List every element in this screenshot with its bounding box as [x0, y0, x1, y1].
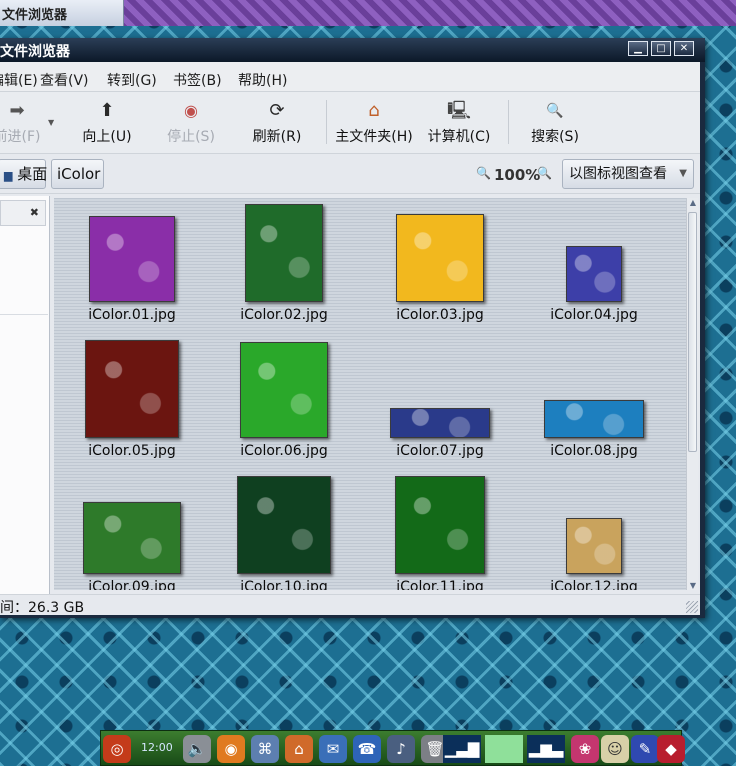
close-icon[interactable]: ✖: [30, 206, 39, 219]
stop-button[interactable]: ◉ 停止(S): [156, 92, 226, 154]
stop-icon: ◉: [184, 101, 198, 120]
zoom-out-icon[interactable]: 🔍: [476, 166, 491, 180]
up-button[interactable]: ⬆ 向上(U): [72, 92, 142, 154]
menubar: 编辑(E) 查看(V) 转到(G) 书签(B) 帮助(H): [0, 62, 700, 92]
side-pane-header: ✖: [0, 200, 46, 226]
menu-view[interactable]: 查看(V): [40, 70, 89, 90]
icon-view[interactable]: iColor.01.jpg iColor.02.jpg iColor.03.jpg i…: [54, 198, 686, 590]
file-browser-window: 文件浏览器 ▁ □ ✕ 编辑(E) 查看(V) 转到(G) 书签(B) 帮助(H…: [0, 38, 705, 618]
messenger-icon[interactable]: ✉: [319, 735, 347, 763]
divider: [0, 314, 48, 315]
forward-dropdown-icon[interactable]: ▼: [48, 118, 54, 127]
maximize-button[interactable]: □: [651, 41, 671, 56]
file-item[interactable]: iColor.09.jpg: [62, 198, 202, 590]
chevron-down-icon: ▼: [679, 168, 687, 179]
memory-monitor-icon[interactable]: [485, 735, 523, 763]
volume-icon[interactable]: 🔈: [183, 735, 211, 763]
taskbar-window-button[interactable]: 文件浏览器: [0, 0, 124, 26]
refresh-icon: ⟳: [269, 100, 285, 121]
window-title: 文件浏览器: [0, 44, 70, 60]
launcher-icon[interactable]: ◎: [103, 735, 131, 763]
dock-taskbar: ◎ 12:00 🔈 ◉ ⌘ ⌂ ✉ ☎ ♪ 🗑 ▁▃▇ ▂▆▃ ❀ ☺ ✎ ◆: [100, 730, 685, 766]
close-button[interactable]: ✕: [674, 41, 694, 56]
menu-help[interactable]: 帮助(H): [238, 70, 287, 90]
refresh-button[interactable]: ⟳ 刷新(R): [242, 92, 312, 154]
file-thumbnail: [83, 502, 181, 574]
home-icon: ⌂: [368, 100, 380, 121]
browser-icon[interactable]: ◉: [217, 735, 245, 763]
resize-grip-icon[interactable]: [686, 601, 698, 613]
file-item[interactable]: iColor.11.jpg: [370, 198, 510, 590]
toolbar-separator: [326, 100, 327, 144]
zoom-in-icon[interactable]: 🔍: [537, 166, 552, 180]
file-name: iColor.09.jpg: [88, 579, 176, 590]
vertical-scrollbar[interactable]: ▲ ▼: [686, 198, 698, 590]
file-item[interactable]: iColor.10.jpg: [214, 198, 354, 590]
desktop-top-strip: 文件浏览器: [0, 0, 736, 26]
toolbar-separator: [508, 100, 509, 144]
clock: 12:00: [141, 741, 173, 754]
free-space-label: 间：26.3 GB: [0, 600, 85, 616]
arrow-right-icon: ➡: [9, 100, 25, 121]
location-bar: ▆ 桌面 iColor 🔍 100% 🔍 以图标视图查看 ▼: [0, 154, 700, 194]
network-monitor-icon[interactable]: ▂▆▃: [527, 735, 565, 763]
search-button[interactable]: 🔍 搜索(S): [520, 92, 590, 154]
computer-icon: 🖳: [446, 100, 471, 121]
path-button-icolor[interactable]: iColor: [51, 159, 104, 189]
forward-button[interactable]: ➡ 前进(F): [0, 92, 52, 154]
avatar-icon[interactable]: ☺: [601, 735, 629, 763]
search-icon: 🔍: [546, 103, 564, 119]
computer-button[interactable]: 🖳 计算机(C): [424, 92, 494, 154]
path-button-desktop[interactable]: ▆ 桌面: [0, 159, 47, 189]
media-icon[interactable]: ♪: [387, 735, 415, 763]
file-item[interactable]: iColor.12.jpg: [524, 198, 664, 590]
chat-icon[interactable]: ☎: [353, 735, 381, 763]
window-client: 编辑(E) 查看(V) 转到(G) 书签(B) 帮助(H) ➡ 前进(F) ▼ …: [0, 62, 700, 616]
desktop-icon: ▆: [4, 169, 13, 182]
network-icon[interactable]: ⌘: [251, 735, 279, 763]
arrow-up-icon: ⬆: [99, 100, 115, 121]
toolbar: ➡ 前进(F) ▼ ⬆ 向上(U) ◉ 停止(S) ⟳ 刷新(R) ⌂ 主文件夹…: [0, 92, 700, 154]
side-pane: ✖: [0, 196, 50, 594]
home-folder-icon[interactable]: ⌂: [285, 735, 313, 763]
file-name: iColor.10.jpg: [240, 579, 328, 590]
cpu-monitor-icon[interactable]: ▁▃▇: [443, 735, 481, 763]
menu-edit[interactable]: 编辑(E): [0, 70, 38, 90]
zoom-level[interactable]: 100%: [494, 166, 540, 184]
view-mode-select[interactable]: 以图标视图查看 ▼: [562, 159, 694, 189]
status-bar: 间：26.3 GB: [0, 594, 700, 616]
minimize-button[interactable]: ▁: [628, 41, 648, 56]
scroll-down-icon[interactable]: ▼: [688, 581, 698, 590]
pen-icon[interactable]: ✎: [631, 735, 659, 763]
menu-bookmarks[interactable]: 书签(B): [173, 70, 222, 90]
file-thumbnail: [237, 476, 331, 574]
scrollbar-thumb[interactable]: [688, 212, 697, 452]
window-titlebar[interactable]: 文件浏览器 ▁ □ ✕: [0, 38, 705, 62]
menu-go[interactable]: 转到(G): [107, 70, 157, 90]
file-thumbnail: [566, 518, 622, 574]
ruby-icon[interactable]: ◆: [657, 735, 685, 763]
home-folder-button[interactable]: ⌂ 主文件夹(H): [334, 92, 414, 154]
tulip-icon[interactable]: ❀: [571, 735, 599, 763]
scroll-up-icon[interactable]: ▲: [688, 198, 698, 207]
file-name: iColor.12.jpg: [550, 579, 638, 590]
file-name: iColor.11.jpg: [396, 579, 484, 590]
file-thumbnail: [395, 476, 485, 574]
